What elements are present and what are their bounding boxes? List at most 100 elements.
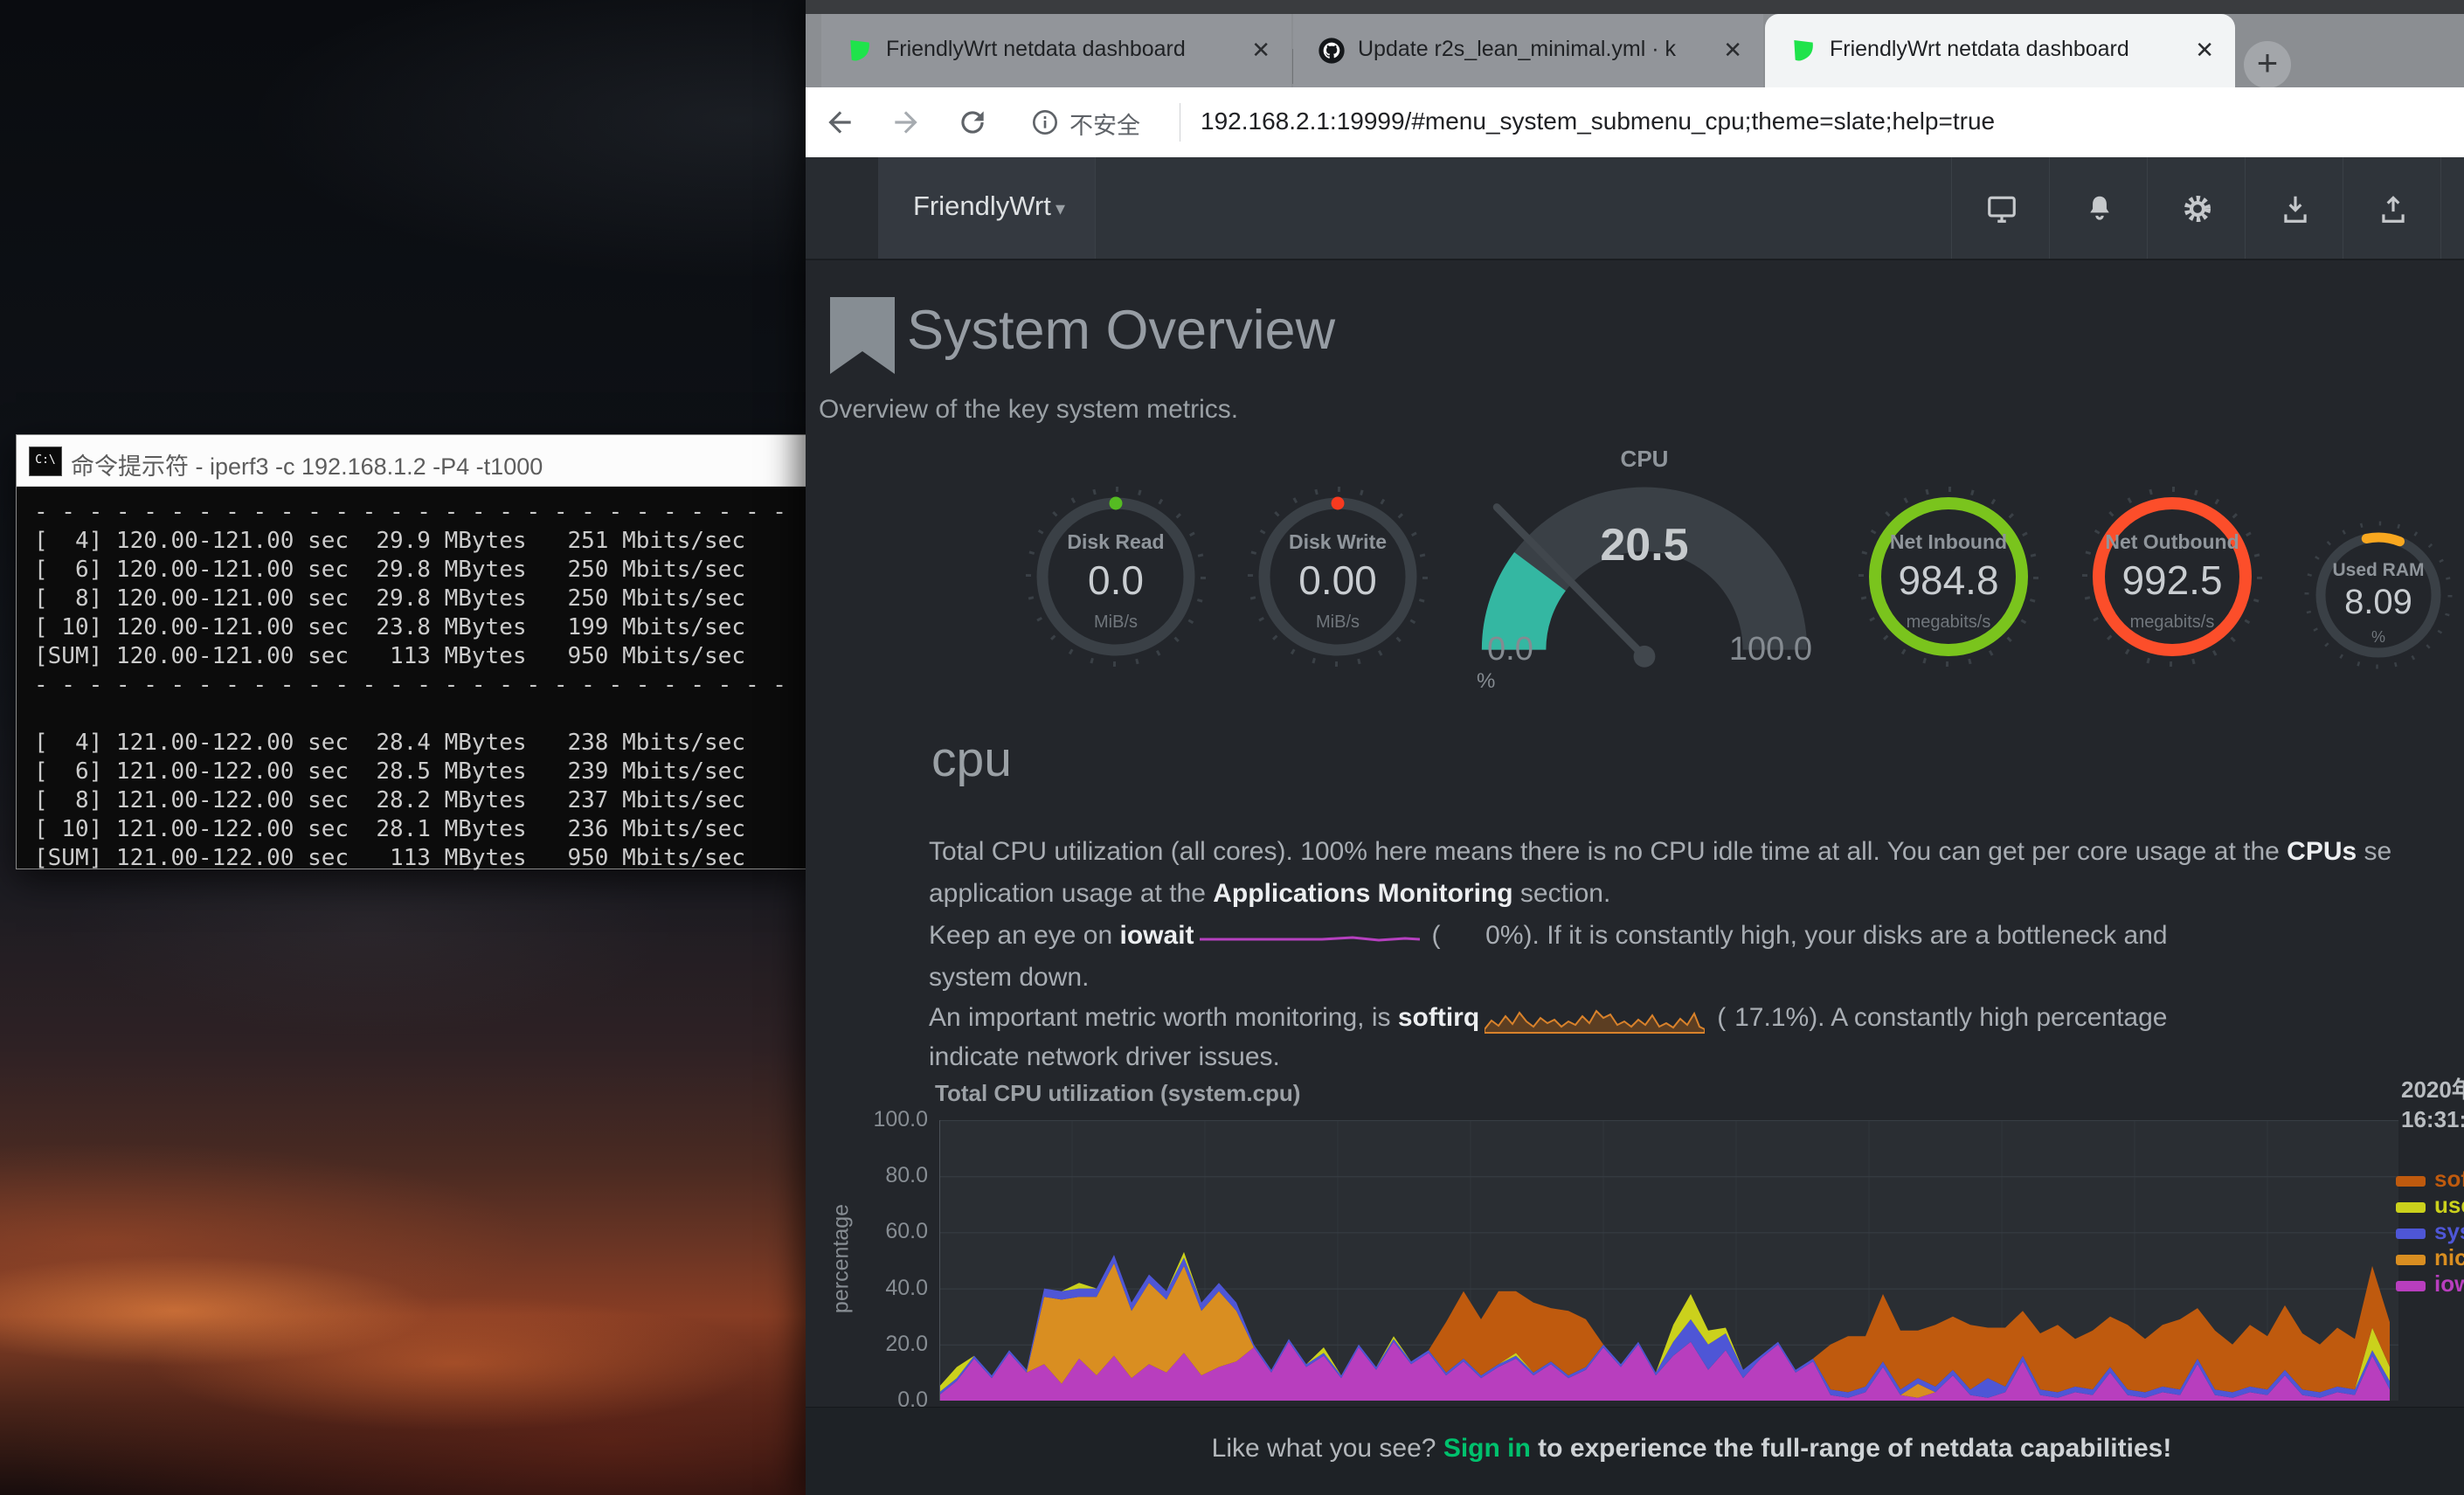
screen: C:\ 命令提示符 - iperf3 -c 192.168.1.2 -P4 -t…: [0, 0, 2464, 1495]
iowait-sparkline: [1200, 930, 1420, 944]
host-selector-dropdown[interactable]: FriendlyWrt ▾: [878, 157, 1096, 259]
legend-label: softirq: [2434, 1166, 2464, 1192]
legend-item-softirq[interactable]: softirq: [2396, 1167, 2464, 1194]
tab-close-icon[interactable]: ✕: [2195, 37, 2214, 64]
legend-item-iowait[interactable]: iowait: [2396, 1272, 2464, 1298]
navbar-extra-cell: [2440, 157, 2464, 259]
browser-toolbar: 不安全 192.168.2.1:19999/#menu_system_subme…: [806, 87, 2464, 157]
gauge-title: Net Inbound: [1857, 530, 2040, 554]
navbar-print-button[interactable]: [1951, 157, 2050, 259]
gauge-value: 0.0: [1024, 557, 1208, 604]
chart-date: 2020年3 16:31:2: [2401, 1075, 2464, 1134]
cpu-utilization-chart[interactable]: [939, 1120, 2398, 1401]
command-prompt-window[interactable]: C:\ 命令提示符 - iperf3 -c 192.168.1.2 -P4 -t…: [16, 434, 807, 869]
gauge-unit: MiB/s: [1246, 613, 1429, 633]
legend-swatch-icon: [2396, 1255, 2426, 1265]
cpu-section-description: Total CPU utilization (all cores). 100% …: [929, 837, 2464, 1099]
gauge-title: Net Outbound: [2080, 530, 2264, 554]
tab-label: FriendlyWrt netdata dashboard: [886, 37, 1232, 62]
netdata-footer: Like what you see? Sign in to experience…: [806, 1407, 2464, 1495]
security-label[interactable]: 不安全: [1069, 107, 1140, 141]
net-inbound-gauge[interactable]: Net Inbound 984.8 megabits/s: [1857, 485, 2040, 668]
back-button[interactable]: [823, 106, 856, 139]
new-tab-button[interactable]: +: [2244, 41, 2291, 88]
tab-close-icon[interactable]: ✕: [1723, 37, 1742, 64]
terminal-title-bar[interactable]: C:\ 命令提示符 - iperf3 -c 192.168.1.2 -P4 -t…: [17, 435, 806, 487]
tab-close-icon[interactable]: ✕: [1251, 37, 1270, 64]
site-info-icon[interactable]: [1031, 108, 1059, 136]
dashboard-navbar: FriendlyWrt ▾: [806, 157, 2464, 260]
gauge-value: 20.5: [1461, 519, 1828, 571]
legend-item-nice[interactable]: nice: [2396, 1246, 2464, 1272]
gauge-title: Used RAM: [2301, 560, 2455, 581]
gauge-title: Disk Read: [1024, 530, 1208, 554]
netdata-favicon-icon: [846, 37, 874, 65]
y-axis-label: percentage: [829, 1172, 855, 1346]
legend-label: system: [2434, 1218, 2464, 1244]
description-line: An important metric worth monitoring, is…: [929, 1003, 2167, 1035]
forward-button[interactable]: [889, 106, 923, 139]
gauge-status-dot: [1110, 497, 1123, 510]
gauge-unit: megabits/s: [1857, 613, 2040, 633]
y-axis-tick: 100.0: [858, 1107, 928, 1132]
host-name: FriendlyWrt: [913, 190, 1051, 222]
legend-swatch-icon: [2396, 1229, 2426, 1239]
legend-label: iowait: [2434, 1270, 2464, 1297]
reload-button[interactable]: [956, 106, 989, 139]
tab-netdata-1[interactable]: FriendlyWrt netdata dashboard ✕: [821, 14, 1291, 87]
disk-read-gauge[interactable]: Disk Read 0.0 MiB/s: [1024, 485, 1208, 668]
gauge-value: 992.5: [2080, 557, 2264, 604]
chart-legend: softirqusersystemniceiowait: [2396, 1167, 2464, 1298]
gauge-unit: %: [2301, 628, 2455, 647]
banner-text: Like what you see?: [1212, 1434, 1443, 1463]
gauge-max: 100.0: [1729, 631, 1812, 668]
y-axis-tick: 60.0: [858, 1219, 928, 1244]
y-axis-tick: 80.0: [858, 1163, 928, 1188]
legend-label: nice: [2434, 1244, 2464, 1270]
gauge-unit: megabits/s: [2080, 613, 2264, 633]
navbar-left-cap: [806, 157, 879, 259]
gauge-value: 8.09: [2301, 583, 2455, 622]
gauge-value: 984.8: [1857, 557, 2040, 604]
description-line: Keep an eye on iowait(0%). If it is cons…: [929, 921, 2168, 951]
github-favicon-icon: [1318, 37, 1346, 65]
description-line: Total CPU utilization (all cores). 100% …: [929, 837, 2391, 867]
navbar-settings-button[interactable]: [2147, 157, 2246, 259]
navbar-export-button[interactable]: [2343, 157, 2441, 259]
signin-banner: Like what you see? Sign in to experience…: [806, 1434, 2464, 1464]
cmd-icon: C:\: [29, 446, 62, 476]
legend-item-user[interactable]: user: [2396, 1194, 2464, 1220]
chart-date-day: 2020年3: [2401, 1075, 2464, 1104]
terminal-output[interactable]: - - - - - - - - - - - - - - - - - - - - …: [34, 498, 786, 873]
window-frame[interactable]: [806, 0, 2464, 14]
legend-label: user: [2434, 1192, 2464, 1218]
legend-item-system[interactable]: system: [2396, 1220, 2464, 1246]
disk-write-gauge[interactable]: Disk Write 0.00 MiB/s: [1246, 485, 1429, 668]
navbar-alarms-button[interactable]: [2049, 157, 2148, 259]
tab-github[interactable]: Update r2s_lean_minimal.yml · k ✕: [1293, 14, 1763, 87]
chart-date-time: 16:31:2: [2401, 1104, 2464, 1134]
legend-swatch-icon: [2396, 1176, 2426, 1187]
url-field[interactable]: 192.168.2.1:19999/#menu_system_submenu_c…: [1201, 107, 1995, 135]
cpu-gauge[interactable]: CPU 20.5 0.0 100.0 %: [1461, 446, 1828, 708]
tab-strip: FriendlyWrt netdata dashboard ✕ Update r…: [806, 14, 2464, 87]
tab-netdata-active[interactable]: FriendlyWrt netdata dashboard ✕: [1765, 14, 2235, 87]
chart-title: Total CPU utilization (system.cpu): [935, 1080, 1300, 1107]
bookmark-icon: [830, 297, 895, 378]
gauge-title: Disk Write: [1246, 530, 1429, 554]
used-ram-gauge[interactable]: Used RAM 8.09 %: [2301, 518, 2455, 672]
browser-window: FriendlyWrt netdata dashboard ✕ Update r…: [806, 0, 2464, 1495]
page-subtitle: Overview of the key system metrics.: [819, 395, 1238, 425]
legend-swatch-icon: [2396, 1281, 2426, 1291]
terminal-title: 命令提示符 - iperf3 -c 192.168.1.2 -P4 -t1000: [71, 447, 543, 481]
gauge-min: 0.0: [1487, 631, 1533, 668]
sign-in-link[interactable]: Sign in: [1443, 1434, 1531, 1463]
net-outbound-gauge[interactable]: Net Outbound 992.5 megabits/s: [2080, 485, 2264, 668]
legend-swatch-icon: [2396, 1202, 2426, 1213]
page-title: System Overview: [907, 299, 1335, 362]
navbar-import-button[interactable]: [2245, 157, 2343, 259]
description-line: application usage at the Applications Mo…: [929, 879, 1610, 909]
tab-label: FriendlyWrt netdata dashboard: [1830, 37, 2176, 62]
section-title-cpu: cpu: [931, 730, 1012, 788]
tab-label: Update r2s_lean_minimal.yml · k: [1358, 37, 1704, 62]
